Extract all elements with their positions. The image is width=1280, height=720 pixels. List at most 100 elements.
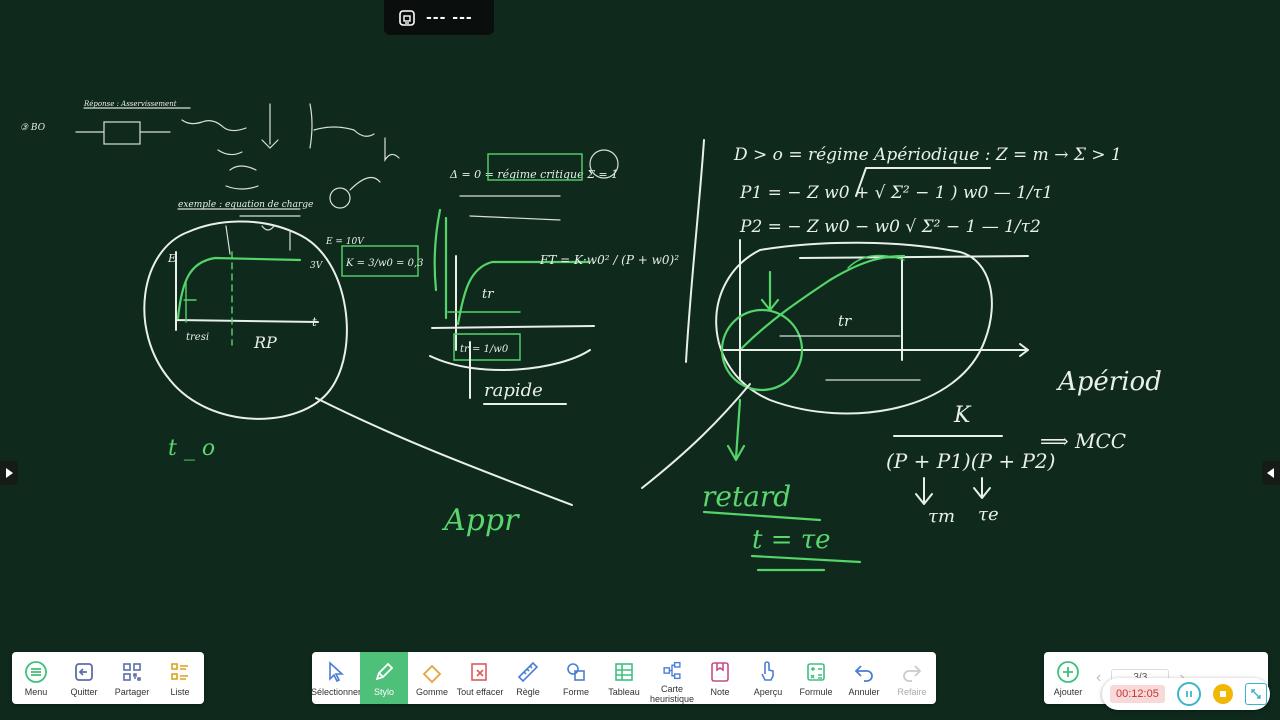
exit-icon	[75, 663, 93, 681]
t0-note: t _ o	[168, 436, 215, 461]
table-label: Tableau	[608, 687, 640, 697]
clear-all-button[interactable]: Tout effacer	[456, 652, 504, 704]
note-tool-button[interactable]: Note	[696, 652, 744, 704]
bo-note: ③ BO	[20, 123, 46, 133]
recording-timer: 00:12:05	[1110, 685, 1165, 703]
list-label: Liste	[170, 687, 190, 697]
quit-button[interactable]: Quitter	[60, 652, 108, 704]
preview-label: Aperçu	[753, 687, 783, 697]
ruler-label: Règle	[516, 687, 540, 697]
drawing-toolbar: Sélectionner Stylo Gomme Tout effacer Rè…	[310, 652, 936, 704]
tr-box-label: tr = 1/w0	[460, 344, 509, 355]
left-toolbar: Menu Quitter Partager Liste	[12, 652, 204, 704]
d-line: D > o = régime Apériodique : Z = m → Σ >…	[733, 145, 1122, 165]
formula-icon	[807, 663, 825, 681]
pen-label: Stylo	[373, 687, 394, 697]
top-tab[interactable]: --- ---	[384, 0, 494, 35]
t-tau-note: t = τe	[752, 525, 831, 555]
delta-line: Δ = 0 = régime critique Σ = 1	[449, 168, 618, 181]
shape-tool-button[interactable]: Forme	[552, 652, 600, 704]
tau-m: τm	[928, 506, 955, 527]
clear-all-icon	[471, 663, 487, 681]
menu-label: Menu	[24, 687, 48, 697]
formula-label: Formule	[799, 687, 833, 697]
whiteboard-canvas[interactable]: ③ BO Réponse : Asservissement exemple : …	[0, 0, 1280, 720]
redo-button[interactable]: Refaire	[888, 652, 936, 704]
aperiod-note: Apériod	[1056, 367, 1162, 397]
board-drawing: ③ BO Réponse : Asservissement exemple : …	[20, 100, 1162, 572]
list-icon	[171, 663, 188, 680]
tau-e: τe	[978, 504, 999, 525]
add-page-button[interactable]: Ajouter	[1044, 652, 1092, 704]
formula-tool-button[interactable]: Formule	[792, 652, 840, 704]
tr-label: tr	[838, 312, 852, 330]
preview-icon	[761, 661, 774, 681]
mindmap-label: Carte heuristique	[649, 684, 695, 704]
table-icon	[615, 663, 633, 681]
quit-label: Quitter	[70, 687, 98, 697]
pen-icon	[375, 662, 394, 681]
expand-left-button[interactable]	[0, 461, 18, 485]
k-denominator: (P + P1)(P + P2)	[886, 449, 1055, 473]
recording-controls: 00:12:05	[1102, 678, 1270, 710]
qr-share-icon	[123, 663, 141, 681]
cursor-icon	[329, 661, 345, 683]
ruler-icon	[517, 661, 539, 683]
redo-label: Refaire	[897, 687, 927, 697]
k-box-label: K = 3/w0 = 0,3	[345, 258, 424, 269]
undo-icon	[854, 665, 873, 682]
undo-label: Annuler	[848, 687, 880, 697]
add-icon	[1057, 661, 1079, 683]
reponse-note: Réponse : Asservissement	[83, 100, 177, 108]
pause-button[interactable]	[1176, 682, 1201, 706]
presentation-icon	[399, 9, 415, 26]
E-label: E	[167, 252, 176, 265]
stop-icon	[1219, 691, 1226, 697]
fullscreen-button[interactable]	[1244, 683, 1267, 705]
undo-button[interactable]: Annuler	[840, 652, 888, 704]
RP-label: RP	[253, 333, 277, 352]
rapide-note: rapide	[484, 380, 543, 401]
redo-icon	[903, 665, 922, 682]
shapes-icon	[567, 663, 585, 681]
retard-note: retard	[702, 480, 791, 513]
pen-tool-button[interactable]: Stylo	[360, 652, 408, 704]
prev-page-icon[interactable]: ‹	[1096, 669, 1101, 687]
eraser-label: Gomme	[415, 687, 448, 697]
select-tool-button[interactable]: Sélectionner	[310, 652, 362, 704]
stop-button[interactable]	[1212, 684, 1233, 704]
pause-icon	[1185, 691, 1192, 697]
svg-text:tr: tr	[482, 287, 494, 302]
clear-all-label: Tout effacer	[456, 687, 504, 697]
mcc-note: ⟹ MCC	[1040, 429, 1126, 453]
note-label: Note	[710, 687, 730, 697]
menu-button[interactable]: Menu	[12, 652, 60, 704]
expand-right-button[interactable]	[1262, 461, 1280, 485]
top-tab-text: --- ---	[426, 9, 473, 26]
select-label: Sélectionner	[310, 687, 362, 697]
play-right-icon	[6, 468, 13, 478]
list-button[interactable]: Liste	[156, 652, 204, 704]
menu-icon	[25, 661, 47, 683]
fullscreen-icon	[1251, 689, 1261, 699]
add-label: Ajouter	[1053, 687, 1083, 697]
shape-label: Forme	[562, 687, 589, 697]
ruler-tool-button[interactable]: Règle	[504, 652, 552, 704]
p1-line: P1 = − Z w0 + √ Σ² − 1 ) w0 — 1/τ1	[739, 183, 1053, 203]
note-icon	[711, 662, 729, 682]
play-left-icon	[1267, 468, 1274, 478]
appr-note: Appr	[441, 503, 520, 538]
ft-label: FT = K·w0² / (P + w0)²	[539, 253, 679, 267]
3v-label: 3V	[310, 261, 324, 271]
eraser-icon	[422, 664, 442, 684]
share-button[interactable]: Partager	[108, 652, 156, 704]
preview-tool-button[interactable]: Aperçu	[744, 652, 792, 704]
p2-line: P2 = − Z w0 − w0 √ Σ² − 1 — 1/τ2	[739, 217, 1041, 237]
svg-text:t: t	[312, 315, 317, 329]
share-label: Partager	[114, 687, 150, 697]
mindmap-tool-button[interactable]: Carte heuristique	[648, 652, 696, 704]
mindmap-icon	[663, 661, 681, 680]
eraser-tool-button[interactable]: Gomme	[408, 652, 456, 704]
k-numerator: K	[953, 403, 972, 428]
table-tool-button[interactable]: Tableau	[600, 652, 648, 704]
